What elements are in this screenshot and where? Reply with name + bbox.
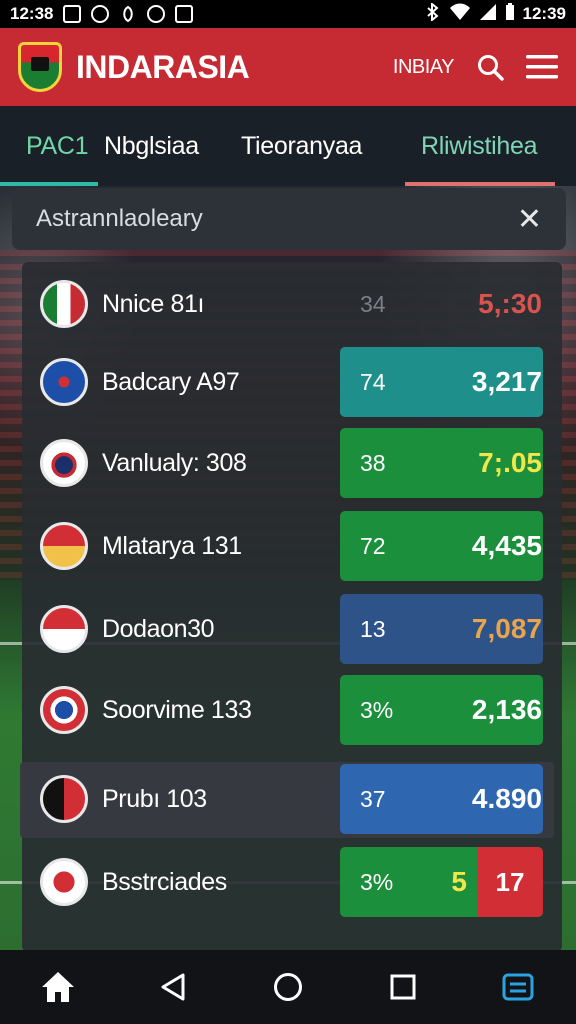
table-row[interactable]: Nnice 81ı 34 5,:30 [22, 268, 562, 340]
ring-crest-badge [40, 686, 88, 734]
team-name: Badcary A97 [102, 367, 240, 396]
team-name: Prubı 103 [102, 784, 207, 813]
stat-value: 5 [451, 866, 467, 897]
wifi-icon [449, 3, 471, 26]
close-icon[interactable]: ✕ [517, 202, 542, 237]
table-row[interactable]: Prubı 103 37 4.890 [22, 763, 562, 835]
status-bar: 12:38 12:39 [0, 0, 576, 28]
shield-crest-badge [40, 439, 88, 487]
app-logo [18, 42, 62, 92]
tab-active-indicator [0, 182, 98, 186]
stat-value: 2,136 [471, 694, 542, 725]
tab-rliwistihea[interactable]: Rliwistihea [405, 106, 576, 186]
table-row[interactable]: Mlatarya 131 72 4,435 [22, 510, 562, 582]
team-name: Vanlualy: 308 [102, 448, 247, 477]
dark-shield-badge [40, 775, 88, 823]
chat-status-icon [147, 5, 166, 23]
table-row[interactable]: Badcary A97 74 3,217 [22, 346, 562, 418]
team-name: Bsstrciades [102, 867, 227, 896]
tab-nbglsiaa[interactable]: Nbglsiaa [98, 106, 230, 186]
stat-small-value: 3% [360, 696, 394, 723]
team-name: Dodaon30 [102, 614, 215, 643]
signal-icon [479, 3, 497, 26]
stat-small-value: 38 [360, 449, 386, 476]
stat-value: 4.890 [471, 783, 542, 814]
status-time: 12:38 [10, 4, 54, 23]
red-shield-badge [40, 522, 88, 570]
stat-value: 7;.05 [478, 447, 542, 478]
home-circle-icon[interactable] [266, 965, 310, 1009]
hamburger-menu-icon[interactable] [526, 54, 558, 80]
red-white-badge [40, 605, 88, 653]
stat-small-value: 3% [360, 868, 394, 895]
team-name: Mlatarya 131 [102, 531, 242, 560]
tab-bar: PAC1 Nbglsiaa Tieoranyaa Rliwistihea [0, 106, 576, 186]
bottom-navigation [0, 950, 576, 1024]
tab-tieoranyaa[interactable]: Tieoranyaa [230, 106, 405, 186]
stat-small-value: 74 [360, 368, 386, 395]
menu-app-icon[interactable] [496, 965, 540, 1009]
table-row[interactable]: Soorvime 133 3% 2,136 [22, 674, 562, 746]
stat-small-value: 37 [360, 785, 386, 812]
image-status-icon [175, 5, 194, 23]
stat-value: 4,435 [471, 530, 542, 561]
stat-value: 7,087 [471, 613, 542, 644]
panel-header: Astrannlaoleary ✕ [12, 188, 566, 250]
red-chip-value: 17 [477, 847, 543, 917]
back-icon[interactable] [151, 965, 195, 1009]
table-row[interactable]: Bsstrciades 3% 5 17 [22, 846, 562, 918]
stat-small-value: 34 [360, 290, 386, 317]
team-name: Soorvime 133 [102, 695, 252, 724]
status-time-right: 12:39 [522, 4, 566, 23]
stat-small-value: 13 [360, 615, 386, 642]
tab-indicator [405, 182, 555, 186]
today-button[interactable]: INBIAY [393, 56, 455, 79]
leaf-status-icon [119, 5, 137, 23]
panel-title: Astrannlaoleary [36, 205, 203, 232]
stat-value: 3,217 [471, 366, 542, 397]
team-name: Nnice 81ı [102, 289, 205, 318]
search-icon[interactable] [476, 53, 504, 81]
tab-label: Tieoranyaa [241, 131, 363, 160]
table-row[interactable]: Dodaon30 13 7,087 [22, 593, 562, 665]
blue-bird-badge [40, 358, 88, 406]
app-header: INDARASIA INBIAY [0, 28, 576, 106]
mexico-flag-badge [40, 280, 88, 328]
tab-pac1[interactable]: PAC1 [0, 106, 98, 186]
stat-small-value: 72 [360, 532, 386, 559]
app-title: INDARASIA [76, 48, 250, 85]
gear-status-icon [91, 5, 110, 23]
recent-apps-icon[interactable] [381, 965, 425, 1009]
table-row[interactable]: Vanlualy: 308 38 7;.05 [22, 427, 562, 499]
stat-value: 5,:30 [478, 288, 542, 319]
home-icon[interactable] [36, 965, 80, 1009]
battery-icon [505, 2, 515, 26]
app-notification-icon [63, 5, 82, 23]
tab-label: PAC1 [26, 131, 89, 160]
bluetooth-icon [425, 1, 441, 26]
tab-label: Nbglsiaa [104, 131, 199, 160]
round-crest-badge [40, 858, 88, 906]
tab-label: Rliwistihea [421, 131, 538, 160]
